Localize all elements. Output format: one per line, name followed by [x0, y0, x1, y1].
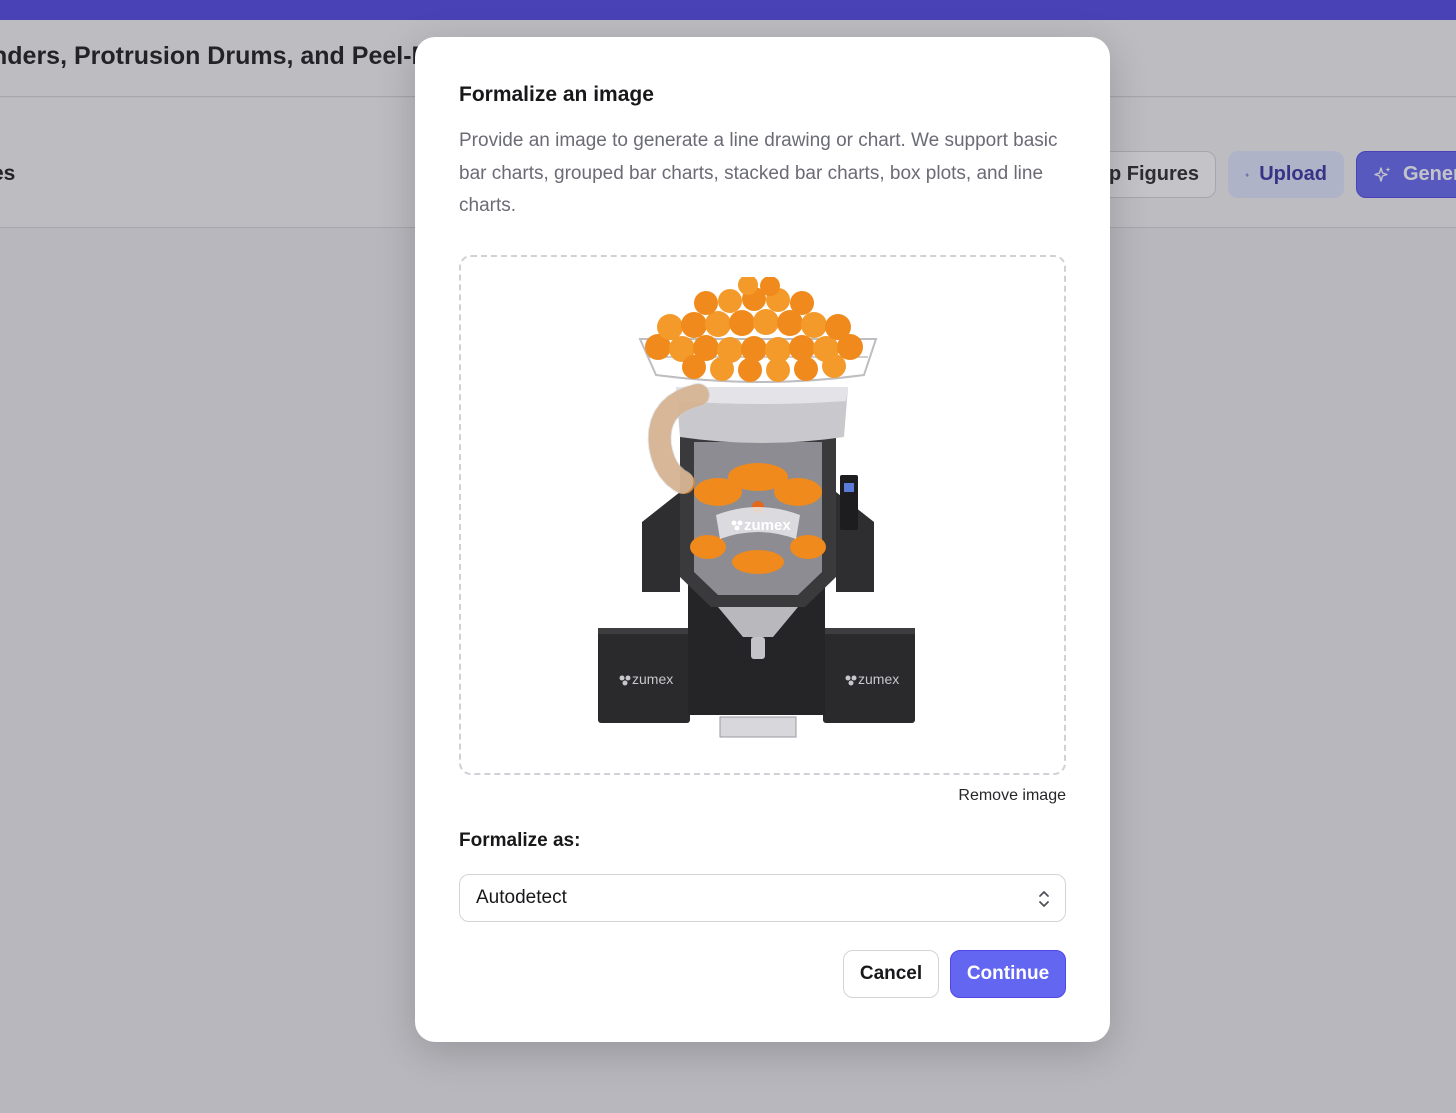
chevron-up-down-icon — [1039, 891, 1049, 907]
svg-text:zumex: zumex — [858, 671, 899, 687]
svg-text:zumex: zumex — [744, 517, 791, 534]
formalize-as-select[interactable]: Autodetect — [459, 874, 1066, 922]
remove-image-link[interactable]: Remove image — [958, 787, 1066, 805]
oranges-pile — [644, 277, 863, 382]
cancel-button[interactable]: Cancel — [843, 950, 939, 998]
dialog-description: Provide an image to generate a line draw… — [459, 130, 1058, 216]
svg-text:zumex: zumex — [632, 671, 673, 687]
uploaded-image-preview: zumex zumex zumex — [597, 277, 915, 738]
select-value: Autodetect — [476, 887, 567, 908]
formalize-image-dialog: Formalize an image Provide an image to g… — [415, 37, 1110, 1042]
formalize-as-label: Formalize as: — [459, 830, 581, 851]
continue-button[interactable]: Continue — [950, 950, 1066, 998]
image-dropzone[interactable]: zumex zumex zumex — [459, 255, 1066, 775]
dialog-title: Formalize an image — [459, 83, 654, 106]
